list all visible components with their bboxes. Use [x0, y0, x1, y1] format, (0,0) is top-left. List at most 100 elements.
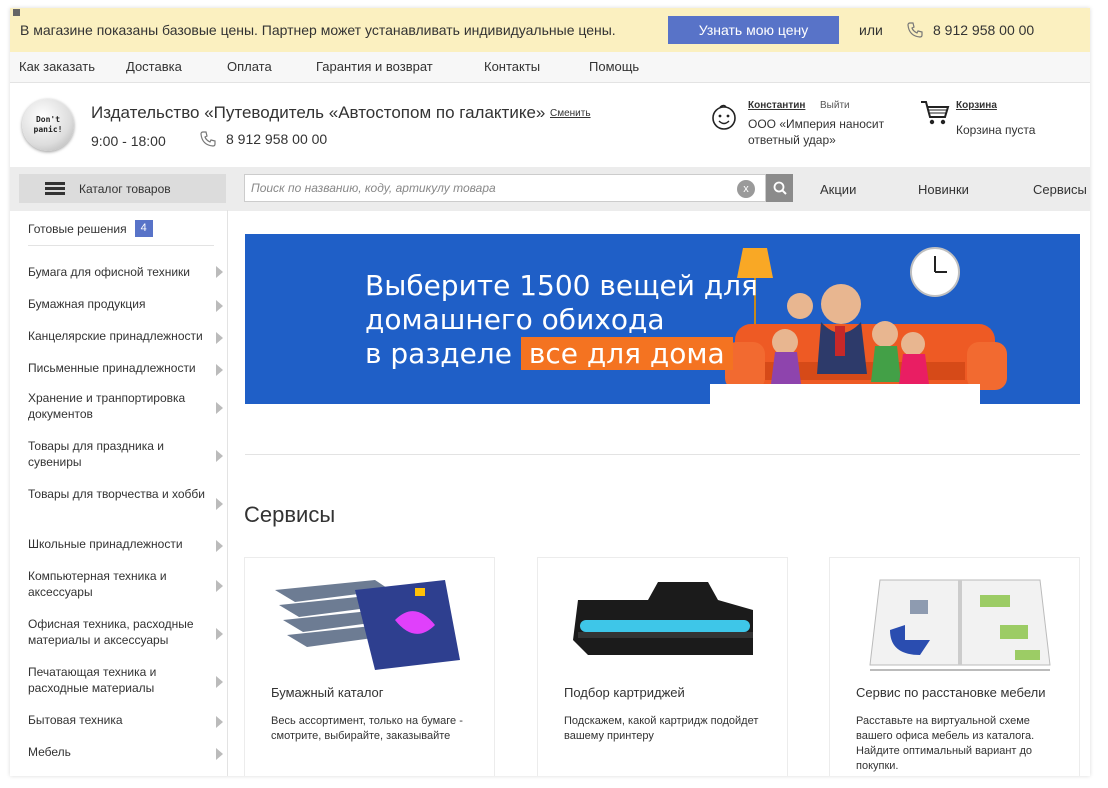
sidebar-category-item[interactable]: Товары для праздника и сувениры — [19, 438, 227, 470]
divider — [28, 245, 214, 246]
sidebar-category-label: Товары для творчества и хобби — [28, 487, 205, 501]
sidebar-category-label: Школьные принадлежности — [28, 537, 183, 551]
nav-help[interactable]: Помощь — [589, 59, 639, 74]
service-card-title: Бумажный каталог — [271, 685, 384, 700]
service-card-desc: Весь ассортимент, только на бумаге - смо… — [271, 715, 463, 742]
catalog-button[interactable]: Каталог товаров — [19, 174, 226, 203]
catalog-button-label: Каталог товаров — [79, 181, 171, 196]
user-organization: ООО «Империя наносит ответный удар» — [748, 117, 885, 147]
category-sidebar: Готовые решения 4 Бумага для офисной тех… — [19, 210, 228, 776]
chevron-right-icon — [216, 300, 223, 312]
search-bar-row: Каталог товаров Поиск по названию, коду,… — [10, 167, 1090, 211]
banner-line-3: в разделе все для дома — [365, 337, 758, 371]
service-card-paper-catalog[interactable]: Бумажный каталог Весь ассортимент, тольк… — [244, 557, 495, 776]
company-name: Издательство «Путеводитель «Автостопом п… — [91, 103, 546, 122]
banner-text: Выберите 1500 вещей для домашнего обиход… — [365, 269, 758, 371]
chevron-right-icon — [216, 628, 223, 640]
price-notice-bar: В магазине показаны базовые цены. Партне… — [10, 8, 1090, 52]
nav-warranty[interactable]: Гарантия и возврат — [316, 59, 433, 74]
sidebar-category-label: Офисная техника, расходные материалы и а… — [28, 617, 194, 647]
divider — [245, 454, 1080, 455]
promo-banner[interactable]: Выберите 1500 вещей для домашнего обиход… — [245, 234, 1080, 404]
notice-phone-number: 8 912 958 00 00 — [933, 22, 1035, 38]
search-input[interactable]: Поиск по названию, коду, артикулу товара — [244, 174, 766, 202]
services-heading: Сервисы — [244, 502, 336, 527]
sidebar-category-item[interactable]: Бумажная продукция — [19, 296, 227, 312]
clear-search-icon[interactable]: x — [737, 180, 755, 198]
phone-icon — [907, 22, 923, 38]
sidebar-category-item[interactable]: Хранение и транпортировка документов — [19, 390, 227, 422]
menu-icon — [45, 182, 65, 195]
sidebar-category-item[interactable]: Бытовая техника — [19, 712, 227, 728]
logo[interactable]: Don't panic! — [22, 99, 74, 151]
header-phone-number: 8 912 958 00 00 — [226, 131, 328, 147]
close-icon[interactable] — [13, 9, 20, 16]
sidebar-category-item[interactable]: Мебель — [19, 744, 227, 760]
ready-solutions-item[interactable]: Готовые решения 4 — [28, 220, 153, 237]
sidebar-category-label: Письменные принадлежности — [28, 361, 196, 375]
chevron-right-icon — [216, 332, 223, 344]
catalog-books-image — [275, 580, 460, 670]
service-card-title: Подбор картриджей — [564, 685, 685, 700]
new-items-link[interactable]: Новинки — [918, 182, 969, 197]
banner-tag[interactable]: все для дома — [520, 337, 733, 370]
chevron-right-icon — [216, 402, 223, 414]
chevron-right-icon — [216, 676, 223, 688]
phone-icon — [200, 131, 216, 147]
banner-line-1: Выберите 1500 вещей для — [365, 269, 758, 302]
nav-how-to-order[interactable]: Как заказать — [19, 59, 95, 74]
service-card-desc: Подскажем, какой картридж подойдет вашем… — [564, 715, 759, 742]
sidebar-category-label: Бумага для офисной техники — [28, 265, 190, 279]
sidebar-category-label: Хранение и транпортировка документов — [28, 391, 186, 421]
sidebar-category-label: Печатающая техника и расходные материалы — [28, 665, 157, 695]
sidebar-category-label: Товары для праздника и сувениры — [28, 439, 164, 469]
chevron-right-icon — [216, 716, 223, 728]
sidebar-category-item[interactable]: Бумага для офисной техники — [19, 264, 227, 280]
search-icon — [773, 181, 787, 195]
top-nav: Как заказать Доставка Оплата Гарантия и … — [10, 52, 1090, 83]
service-card-desc: Расставьте на виртуальной схеме вашего о… — [856, 715, 1035, 772]
sidebar-category-item[interactable]: Компьютерная техника и аксессуары — [19, 568, 227, 600]
logout-link[interactable]: Выйти — [820, 100, 850, 111]
service-card-title: Сервис по расстановке мебели — [856, 685, 1046, 700]
page: В магазине показаны базовые цены. Партне… — [10, 8, 1090, 776]
service-card-furniture[interactable]: Сервис по расстановке мебели Расставьте … — [829, 557, 1080, 776]
chevron-right-icon — [216, 266, 223, 278]
toner-cartridge-image — [573, 582, 753, 655]
or-label: или — [859, 22, 883, 38]
user-name-link[interactable]: Константин — [748, 100, 805, 111]
header: Don't panic! Издательство «Путеводитель … — [10, 83, 1090, 167]
service-card-cartridges[interactable]: Подбор картриджей Подскажем, какой картр… — [537, 557, 788, 776]
notice-text: В магазине показаны базовые цены. Партне… — [20, 22, 616, 38]
cart-status: Корзина пуста — [956, 123, 1036, 137]
services-link[interactable]: Сервисы — [1033, 182, 1087, 197]
chevron-right-icon — [216, 498, 223, 510]
banner-line-3-text: в разделе — [365, 337, 512, 370]
search-button[interactable] — [766, 174, 793, 202]
ready-solutions-label: Готовые решения — [28, 221, 127, 236]
sidebar-category-label: Бытовая техника — [28, 713, 123, 727]
change-company-link[interactable]: Сменить — [550, 108, 591, 119]
promo-link[interactable]: Акции — [820, 182, 856, 197]
nav-contacts[interactable]: Контакты — [484, 59, 540, 74]
ready-solutions-count: 4 — [134, 220, 153, 237]
sidebar-category-item[interactable]: Канцелярские принадлежности — [19, 328, 227, 344]
nav-delivery[interactable]: Доставка — [126, 59, 182, 74]
banner-line-2: домашнего обихода — [365, 303, 665, 336]
sidebar-category-item[interactable]: Офисная техника, расходные материалы и а… — [19, 616, 227, 648]
chevron-right-icon — [216, 748, 223, 760]
chevron-right-icon — [216, 450, 223, 462]
sidebar-category-label: Бумажная продукция — [28, 297, 146, 311]
chevron-right-icon — [216, 580, 223, 592]
cart-link[interactable]: Корзина — [956, 100, 997, 111]
cart-icon[interactable] — [920, 99, 950, 127]
nav-payment[interactable]: Оплата — [227, 59, 272, 74]
sidebar-category-item[interactable]: Письменные принадлежности — [19, 360, 227, 376]
office-layout-image — [869, 579, 1051, 671]
sidebar-category-label: Мебель — [28, 745, 71, 759]
sidebar-category-item[interactable]: Товары для творчества и хобби — [19, 486, 227, 510]
sidebar-category-item[interactable]: Печатающая техника и расходные материалы — [19, 664, 227, 696]
sidebar-category-item[interactable]: Школьные принадлежности — [19, 536, 227, 552]
sidebar-category-label: Компьютерная техника и аксессуары — [28, 569, 167, 599]
know-my-price-button[interactable]: Узнать мою цену — [668, 16, 839, 44]
